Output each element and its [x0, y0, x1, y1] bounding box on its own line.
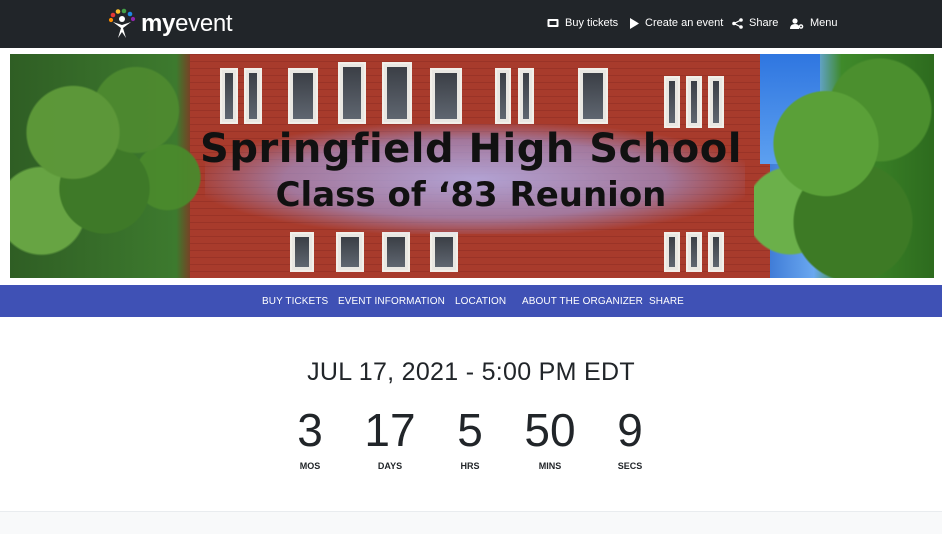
- nav-buy-tickets[interactable]: Buy tickets: [547, 17, 618, 29]
- nav-create-event[interactable]: Create an event: [630, 17, 723, 29]
- countdown-seconds-label: SECS: [617, 461, 643, 471]
- countdown-minutes-label: MINS: [538, 461, 562, 471]
- nav-menu[interactable]: Menu: [790, 17, 838, 29]
- countdown-seconds-value: 9: [617, 404, 643, 456]
- event-subtitle: Class of ‘83 Reunion: [275, 175, 667, 215]
- subnav-buy-tickets[interactable]: BUY TICKETS: [262, 296, 328, 307]
- countdown-months-label: MOS: [299, 461, 321, 471]
- play-icon: [630, 17, 639, 29]
- countdown-days-label: DAYS: [377, 461, 403, 471]
- nav-menu-label: Menu: [810, 17, 838, 29]
- ticket-icon: [547, 19, 559, 27]
- countdown-minutes-value: 50: [524, 404, 576, 456]
- top-navbar: myevent Buy tickets Create an event Shar…: [0, 0, 942, 48]
- people-logo-icon: [107, 8, 137, 40]
- share-icon: [732, 17, 743, 29]
- event-date: JUL 17, 2021 - 5:00 PM EDT: [307, 358, 635, 386]
- subnav-share[interactable]: SHARE: [649, 296, 684, 307]
- subnav-event-information[interactable]: EVENT INFORMATION: [338, 296, 445, 307]
- countdown-months-value: 3: [297, 404, 323, 456]
- nav-share[interactable]: Share: [732, 17, 778, 29]
- countdown-hours-label: HRS: [460, 461, 480, 471]
- countdown-hours-value: 5: [457, 404, 483, 456]
- event-subnav: BUY TICKETS EVENT INFORMATION LOCATION A…: [0, 285, 942, 317]
- site-logo[interactable]: myevent: [107, 8, 233, 40]
- subnav-about-organizer[interactable]: ABOUT THE ORGANIZER: [522, 296, 643, 307]
- countdown-days-value: 17: [364, 404, 416, 456]
- logo-text: myevent: [141, 10, 233, 37]
- next-section-strip: [0, 511, 942, 534]
- nav-share-label: Share: [749, 17, 779, 29]
- user-gear-icon: [790, 17, 804, 29]
- nav-create-event-label: Create an event: [645, 17, 724, 29]
- event-banner: Springfield High School Class of ‘83 Reu…: [0, 48, 942, 285]
- event-title: Springfield High School: [200, 126, 742, 172]
- subnav-location[interactable]: LOCATION: [455, 296, 506, 307]
- nav-buy-tickets-label: Buy tickets: [565, 17, 619, 29]
